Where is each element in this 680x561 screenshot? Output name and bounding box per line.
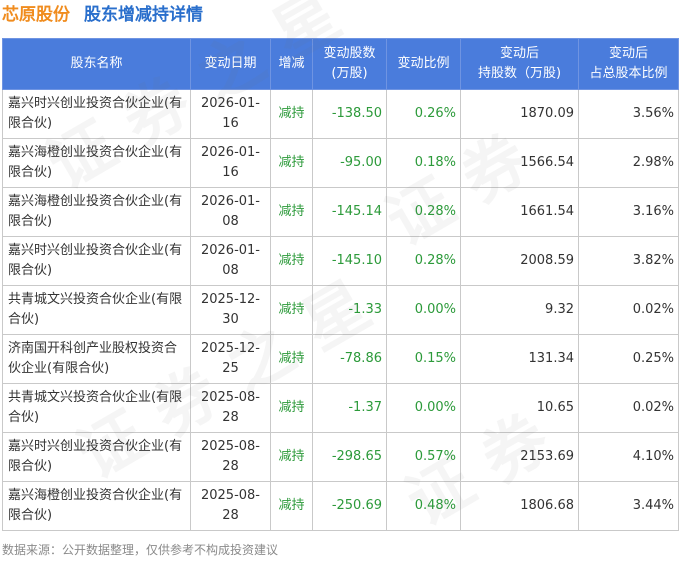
table-body: 嘉兴时兴创业投资合伙企业(有限合伙) 2026-01-16 减持 -138.50 0.2… (2, 89, 679, 531)
change-shares-cell: -1.33 (312, 285, 387, 335)
change-ratio-cell: 0.28% (386, 187, 461, 237)
after-pct-cell: 3.56% (578, 89, 679, 139)
direction-cell: 减持 (270, 187, 313, 237)
after-pct-cell: 0.02% (578, 383, 679, 433)
table-header-row: 股东名称 变动日期 增减 变动股数 (万股) 变动比例 变动后 持股数（万股) 变动… (2, 38, 679, 90)
table-row: 嘉兴时兴创业投资合伙企业(有限合伙) 2026-01-08 减持 -145.10 0.2… (2, 236, 679, 286)
direction-cell: 减持 (270, 432, 313, 482)
table-row: 嘉兴时兴创业投资合伙企业(有限合伙) 2026-01-16 减持 -138.50 0.2… (2, 89, 679, 139)
change-date-cell: 2025-12-30 (190, 285, 271, 335)
table-row: 嘉兴海橙创业投资合伙企业(有限合伙) 2025-08-28 减持 -250.69 0.4… (2, 481, 679, 531)
change-shares-cell: -298.65 (312, 432, 387, 482)
direction-cell: 减持 (270, 383, 313, 433)
after-pct-cell: 0.25% (578, 334, 679, 384)
direction-cell: 减持 (270, 481, 313, 531)
section-title: 股东增减持详情 (84, 5, 203, 25)
change-shares-cell: -95.00 (312, 138, 387, 188)
table-row: 济南国开科创产业股权投资合伙企业(有限合伙) 2025-12-25 减持 -78.86… (2, 334, 679, 384)
column-header-change-shares: 变动股数 (万股) (312, 38, 387, 90)
change-date-cell: 2025-08-28 (190, 383, 271, 433)
column-header-direction: 增减 (270, 38, 313, 90)
holder-name-cell: 共青城文兴投资合伙企业(有限合伙) (2, 285, 191, 335)
change-ratio-cell: 0.28% (386, 236, 461, 286)
after-shares-cell: 9.32 (460, 285, 579, 335)
table-row: 嘉兴海橙创业投资合伙企业(有限合伙) 2026-01-08 减持 -145.14 0.2… (2, 187, 679, 237)
holder-change-table: 股东名称 变动日期 增减 变动股数 (万股) 变动比例 变动后 持股数（万股) 变动… (2, 38, 679, 531)
change-ratio-cell: 0.48% (386, 481, 461, 531)
after-pct-cell: 3.82% (578, 236, 679, 286)
column-header-change-ratio: 变动比例 (386, 38, 461, 90)
table-row: 共青城文兴投资合伙企业(有限合伙) 2025-12-30 减持 -1.33 0.00% 9… (2, 285, 679, 335)
column-header-after-pct: 变动后 占总股本比例 (578, 38, 679, 90)
direction-cell: 减持 (270, 334, 313, 384)
change-date-cell: 2026-01-08 (190, 187, 271, 237)
change-shares-cell: -138.50 (312, 89, 387, 139)
holder-name-cell: 嘉兴时兴创业投资合伙企业(有限合伙) (2, 236, 191, 286)
holder-name-cell: 嘉兴时兴创业投资合伙企业(有限合伙) (2, 432, 191, 482)
table-row: 共青城文兴投资合伙企业(有限合伙) 2025-08-28 减持 -1.37 0.00% 1… (2, 383, 679, 433)
after-pct-cell: 3.44% (578, 481, 679, 531)
change-ratio-cell: 0.15% (386, 334, 461, 384)
change-date-cell: 2026-01-16 (190, 138, 271, 188)
after-shares-cell: 2153.69 (460, 432, 579, 482)
change-date-cell: 2026-01-08 (190, 236, 271, 286)
holder-name-cell: 共青城文兴投资合伙企业(有限合伙) (2, 383, 191, 433)
page-title: 芯原股份 股东增减持详情 (2, 2, 203, 28)
holder-name-cell: 济南国开科创产业股权投资合伙企业(有限合伙) (2, 334, 191, 384)
direction-cell: 减持 (270, 236, 313, 286)
column-header-after-shares: 变动后 持股数（万股) (460, 38, 579, 90)
change-shares-cell: -250.69 (312, 481, 387, 531)
change-date-cell: 2026-01-16 (190, 89, 271, 139)
change-ratio-cell: 0.00% (386, 285, 461, 335)
after-pct-cell: 0.02% (578, 285, 679, 335)
change-ratio-cell: 0.26% (386, 89, 461, 139)
change-shares-cell: -145.10 (312, 236, 387, 286)
holder-name-cell: 嘉兴海橙创业投资合伙企业(有限合伙) (2, 138, 191, 188)
change-shares-cell: -78.86 (312, 334, 387, 384)
change-shares-cell: -1.37 (312, 383, 387, 433)
after-shares-cell: 1870.09 (460, 89, 579, 139)
holder-name-cell: 嘉兴海橙创业投资合伙企业(有限合伙) (2, 481, 191, 531)
holder-name-cell: 嘉兴时兴创业投资合伙企业(有限合伙) (2, 89, 191, 139)
change-date-cell: 2025-08-28 (190, 481, 271, 531)
direction-cell: 减持 (270, 285, 313, 335)
table-row: 嘉兴时兴创业投资合伙企业(有限合伙) 2025-08-28 减持 -298.65 0.5… (2, 432, 679, 482)
after-pct-cell: 4.10% (578, 432, 679, 482)
direction-cell: 减持 (270, 89, 313, 139)
direction-cell: 减持 (270, 138, 313, 188)
column-header-change-date: 变动日期 (190, 38, 271, 90)
company-name: 芯原股份 (2, 5, 70, 25)
after-shares-cell: 1661.54 (460, 187, 579, 237)
data-source-note: 数据来源：公开数据整理，仅供参考不构成投资建议 (2, 543, 279, 557)
table-row: 嘉兴海橙创业投资合伙企业(有限合伙) 2026-01-16 减持 -95.00 0.18… (2, 138, 679, 188)
after-shares-cell: 2008.59 (460, 236, 579, 286)
change-date-cell: 2025-08-28 (190, 432, 271, 482)
column-header-holder-name: 股东名称 (2, 38, 191, 90)
after-shares-cell: 10.65 (460, 383, 579, 433)
change-ratio-cell: 0.18% (386, 138, 461, 188)
after-pct-cell: 2.98% (578, 138, 679, 188)
change-ratio-cell: 0.00% (386, 383, 461, 433)
after-shares-cell: 131.34 (460, 334, 579, 384)
change-shares-cell: -145.14 (312, 187, 387, 237)
after-shares-cell: 1566.54 (460, 138, 579, 188)
change-ratio-cell: 0.57% (386, 432, 461, 482)
after-pct-cell: 3.16% (578, 187, 679, 237)
holder-name-cell: 嘉兴海橙创业投资合伙企业(有限合伙) (2, 187, 191, 237)
after-shares-cell: 1806.68 (460, 481, 579, 531)
change-date-cell: 2025-12-25 (190, 334, 271, 384)
